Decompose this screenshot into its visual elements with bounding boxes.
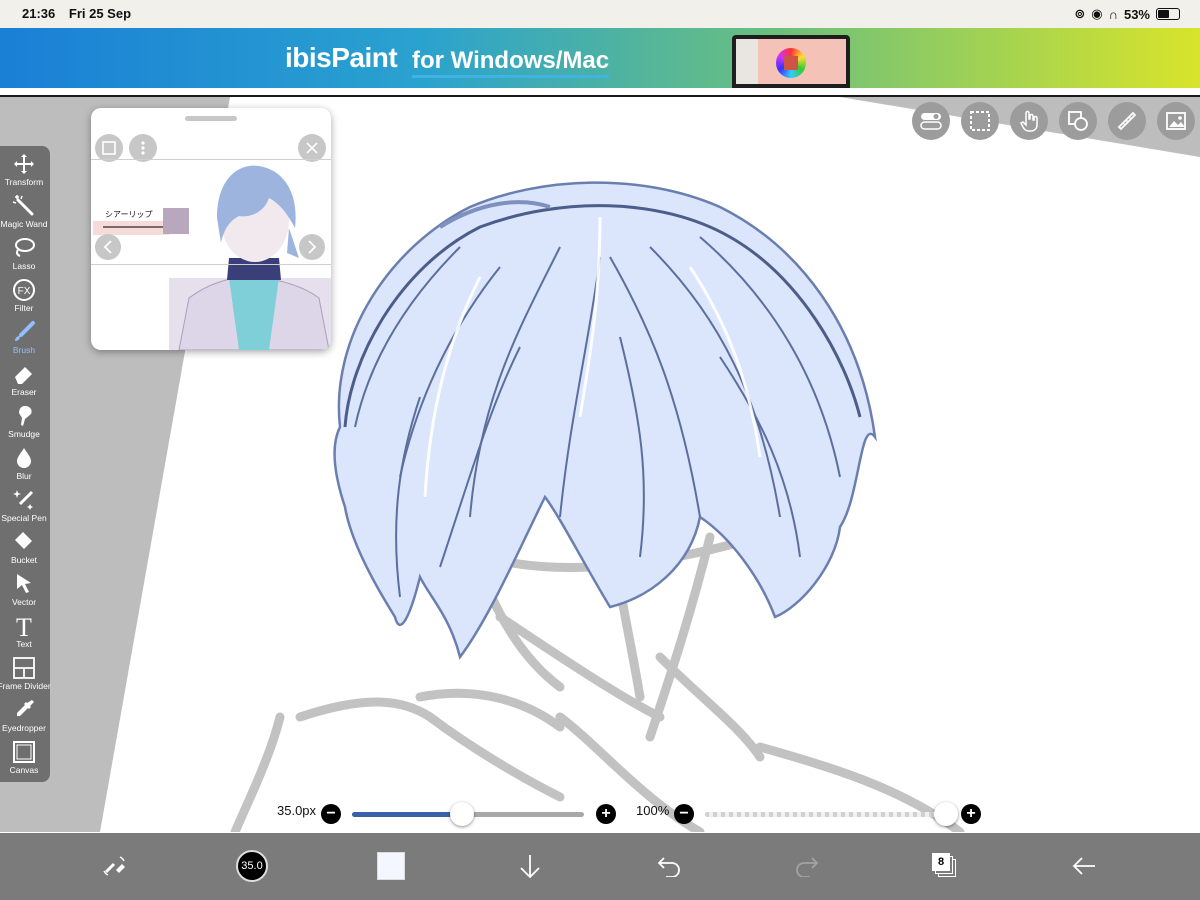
chevron-right-icon <box>308 240 317 254</box>
opacity-knob[interactable] <box>934 802 958 826</box>
ad-banner[interactable]: ibisPaint for Windows/Mac <box>0 28 1200 88</box>
banner-logo: ibisPaint <box>285 42 398 73</box>
status-date: Fri 25 Sep <box>68 6 132 21</box>
undo-icon <box>657 857 680 877</box>
tool-special-pen[interactable]: Special Pen <box>0 484 48 526</box>
status-bar: 21:36 Fri 25 Sep ⊚ ◉ ∩ 53% <box>0 0 1200 28</box>
tool-transform[interactable]: Transform <box>0 148 48 190</box>
brush-size-badge-button[interactable]: 35.0 <box>229 843 275 889</box>
hair-drawing <box>333 181 877 660</box>
magic-wand-icon <box>12 195 34 216</box>
reference-color-strip <box>93 221 169 235</box>
lasso-icon <box>15 238 35 257</box>
bucket-icon <box>15 532 32 549</box>
tool-eyedropper[interactable]: Eyedropper <box>0 694 48 736</box>
toggle-switch-icon <box>920 113 942 130</box>
redo-button[interactable] <box>784 843 830 889</box>
square-icon <box>102 141 116 155</box>
tool-canvas[interactable]: Canvas <box>0 736 48 778</box>
close-icon <box>306 142 318 154</box>
color-picker-button[interactable] <box>368 843 414 889</box>
arrow-left-icon <box>1072 857 1095 875</box>
selection-button[interactable] <box>961 102 999 140</box>
brush-eraser-swap-button[interactable] <box>91 843 137 889</box>
dashed-selection-icon <box>970 111 990 131</box>
text-icon: T <box>16 614 32 638</box>
svg-text:T: T <box>16 614 32 638</box>
fx-icon: FX <box>13 279 35 301</box>
ruler-icon <box>1117 111 1137 131</box>
tool-brush[interactable]: Brush <box>0 316 48 358</box>
reference-drag-handle[interactable] <box>185 116 237 121</box>
redo-icon <box>796 857 819 877</box>
shapes-icon <box>1068 111 1088 131</box>
svg-text:FX: FX <box>18 286 31 297</box>
screen-mirroring-icon: ⊚ <box>1074 6 1086 21</box>
tool-bucket[interactable]: Bucket <box>0 526 48 568</box>
tool-magic-wand[interactable]: Magic Wand <box>0 190 48 232</box>
smudge-icon <box>19 406 32 426</box>
brush-eraser-swap-icon <box>103 856 125 876</box>
opacity-plus-button[interactable]: + <box>961 804 981 824</box>
arrow-down-icon <box>520 855 540 879</box>
reference-image-button[interactable] <box>1157 102 1195 140</box>
orientation-lock-icon: ◉ <box>1091 6 1103 21</box>
reference-prev-button[interactable] <box>95 234 121 260</box>
canvas-icon <box>13 741 35 763</box>
tool-blur[interactable]: Blur <box>0 442 48 484</box>
brush-size-value: 35.0px <box>277 803 317 818</box>
tool-frame-divider[interactable]: Frame Divider <box>0 652 51 694</box>
status-time: 21:36 <box>22 6 56 21</box>
banner-tagline: for Windows/Mac <box>412 47 610 78</box>
toggle-settings-button[interactable] <box>912 102 950 140</box>
vector-arrow-icon <box>17 574 31 593</box>
opacity-track[interactable] <box>705 812 945 817</box>
move-arrows-icon <box>14 154 34 174</box>
headphones-icon: ∩ <box>1108 6 1118 22</box>
reference-stroke-sample <box>103 226 163 228</box>
bottom-toolbar: 35.0 8 <box>0 833 1200 900</box>
image-icon <box>1166 112 1186 130</box>
eraser-icon <box>15 367 32 384</box>
shape-tool-button[interactable] <box>1059 102 1097 140</box>
back-button[interactable] <box>1061 843 1107 889</box>
reference-menu-button[interactable] <box>129 134 157 162</box>
layer-count: 8 <box>932 853 950 871</box>
layer-down-button[interactable] <box>507 843 553 889</box>
touch-gesture-button[interactable] <box>1010 102 1048 140</box>
brush-size-minus-button[interactable]: − <box>321 804 341 824</box>
tool-smudge[interactable]: Smudge <box>0 400 48 442</box>
layers-stack-icon: 8 <box>932 853 958 879</box>
tool-eraser[interactable]: Eraser <box>0 358 48 400</box>
brush-size-badge: 35.0 <box>236 850 268 882</box>
hand-pointer-icon <box>1019 110 1038 132</box>
tool-filter[interactable]: FX Filter <box>0 274 48 316</box>
brush-size-knob[interactable] <box>450 802 474 826</box>
banner-app-screenshot <box>732 35 850 88</box>
blur-drop-icon <box>17 448 31 468</box>
frame-divider-icon <box>13 657 35 679</box>
tool-vector[interactable]: Vector <box>0 568 48 610</box>
tool-lasso[interactable]: Lasso <box>0 232 48 274</box>
battery-icon <box>1156 8 1180 20</box>
brush-icon <box>15 321 35 341</box>
reference-next-button[interactable] <box>299 234 325 260</box>
brush-size-plus-button[interactable]: + <box>596 804 616 824</box>
undo-button[interactable] <box>646 843 692 889</box>
reference-color-label: シアーリップ <box>105 210 153 219</box>
opacity-minus-button[interactable]: − <box>674 804 694 824</box>
eyedropper-icon <box>17 700 34 716</box>
current-color-swatch <box>377 852 405 880</box>
tool-text[interactable]: T Text <box>0 610 48 652</box>
special-pen-icon <box>13 490 34 510</box>
battery-percent: 53% <box>1123 6 1150 22</box>
more-vertical-icon <box>141 141 145 155</box>
reference-window[interactable]: シアーリップ <box>91 108 331 350</box>
tool-palette: Transform Magic Wand Lasso FX Filter Bru… <box>0 146 51 782</box>
opacity-value: 100% <box>636 803 670 818</box>
reference-square-button[interactable] <box>95 134 123 162</box>
layers-button[interactable]: 8 <box>922 843 968 889</box>
chevron-left-icon <box>103 240 112 254</box>
ruler-button[interactable] <box>1108 102 1146 140</box>
